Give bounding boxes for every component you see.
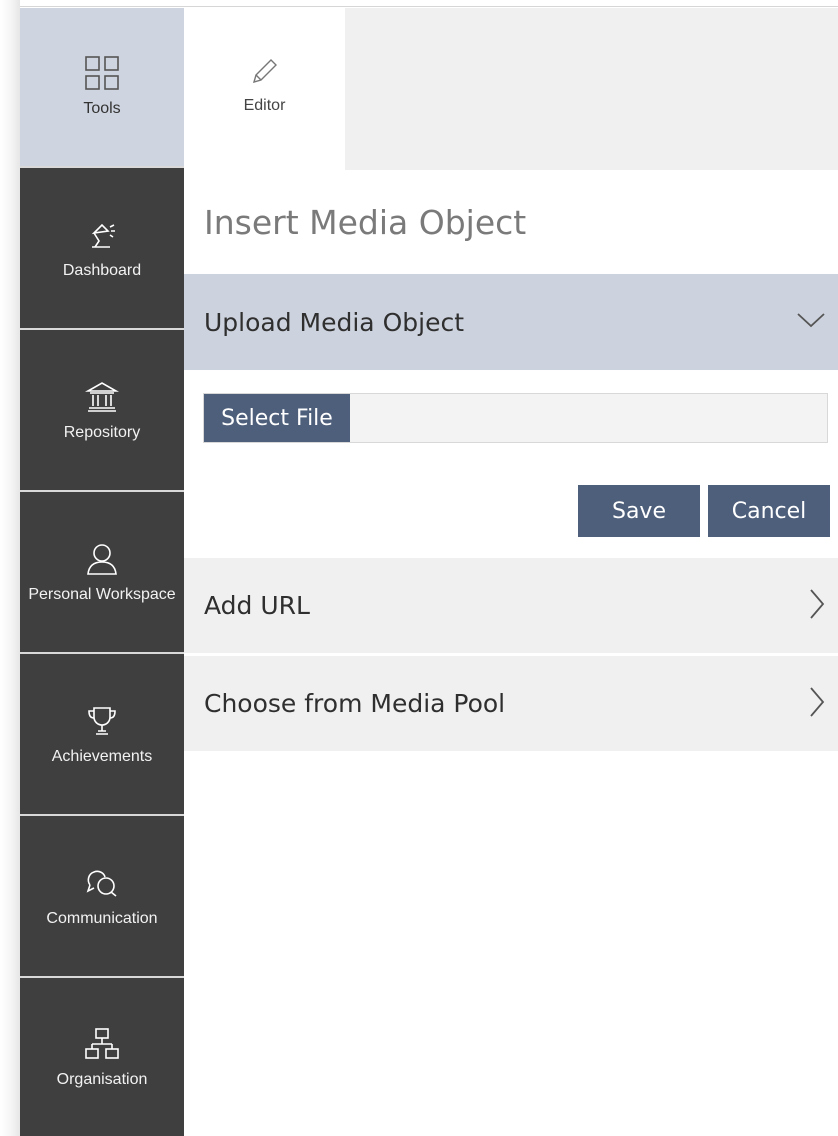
- sidebar-item-label: Communication: [46, 910, 158, 927]
- accordion-title: Choose from Media Pool: [204, 689, 506, 718]
- accordion-media-pool[interactable]: Choose from Media Pool: [184, 656, 838, 751]
- sidebar-item-label: Personal Workspace: [28, 586, 176, 603]
- main-panel: Editor Insert Media Object Upload Media …: [184, 8, 838, 1136]
- sidebar-item-repository[interactable]: Repository: [20, 332, 184, 492]
- select-file-button[interactable]: Select File: [204, 394, 350, 442]
- accordion-title: Upload Media Object: [204, 307, 464, 337]
- sidebar-item-label: Achievements: [51, 748, 153, 765]
- building-icon: [84, 379, 120, 415]
- file-name-display: [350, 394, 827, 442]
- pencil-icon: [247, 53, 283, 89]
- sidebar-item-tools[interactable]: Tools: [20, 8, 184, 168]
- left-shadow: [0, 0, 20, 1136]
- cancel-button[interactable]: Cancel: [708, 485, 830, 537]
- page-title: Insert Media Object: [204, 203, 527, 242]
- chevron-right-icon: [808, 588, 826, 624]
- sidebar-item-dashboard[interactable]: Dashboard: [20, 170, 184, 330]
- sidebar-item-achievements[interactable]: Achievements: [20, 656, 184, 816]
- user-icon: [84, 541, 120, 577]
- sidebar-item-label: Dashboard: [62, 262, 142, 279]
- save-button[interactable]: Save: [578, 485, 700, 537]
- main-sidebar: Tools Dashboard Repository Personal Work…: [20, 8, 184, 1136]
- grid-icon: [84, 55, 120, 91]
- sidebar-item-label: Tools: [83, 100, 121, 117]
- chevron-down-icon: [796, 311, 826, 333]
- sidebar-item-organisation[interactable]: Organisation: [20, 980, 184, 1136]
- sidebar-item-personal-workspace[interactable]: Personal Workspace: [20, 494, 184, 654]
- sidebar-item-communication[interactable]: Communication: [20, 818, 184, 978]
- sidebar-item-label: Repository: [63, 424, 141, 441]
- trophy-icon: [84, 703, 120, 739]
- tab-editor[interactable]: Editor: [184, 8, 345, 170]
- chevron-right-icon: [808, 686, 826, 722]
- org-chart-icon: [84, 1026, 120, 1062]
- accordion-upload-media[interactable]: Upload Media Object: [184, 274, 838, 370]
- desk-lamp-icon: [84, 217, 120, 253]
- accordion-add-url[interactable]: Add URL: [184, 558, 838, 653]
- tab-label: Editor: [243, 97, 286, 114]
- accordion-title: Add URL: [204, 591, 310, 620]
- sidebar-item-label: Organisation: [56, 1071, 148, 1088]
- tab-bar: Editor: [184, 8, 838, 170]
- top-divider: [20, 6, 838, 7]
- file-upload-field: Select File: [203, 393, 828, 443]
- chat-bubbles-icon: [84, 865, 120, 901]
